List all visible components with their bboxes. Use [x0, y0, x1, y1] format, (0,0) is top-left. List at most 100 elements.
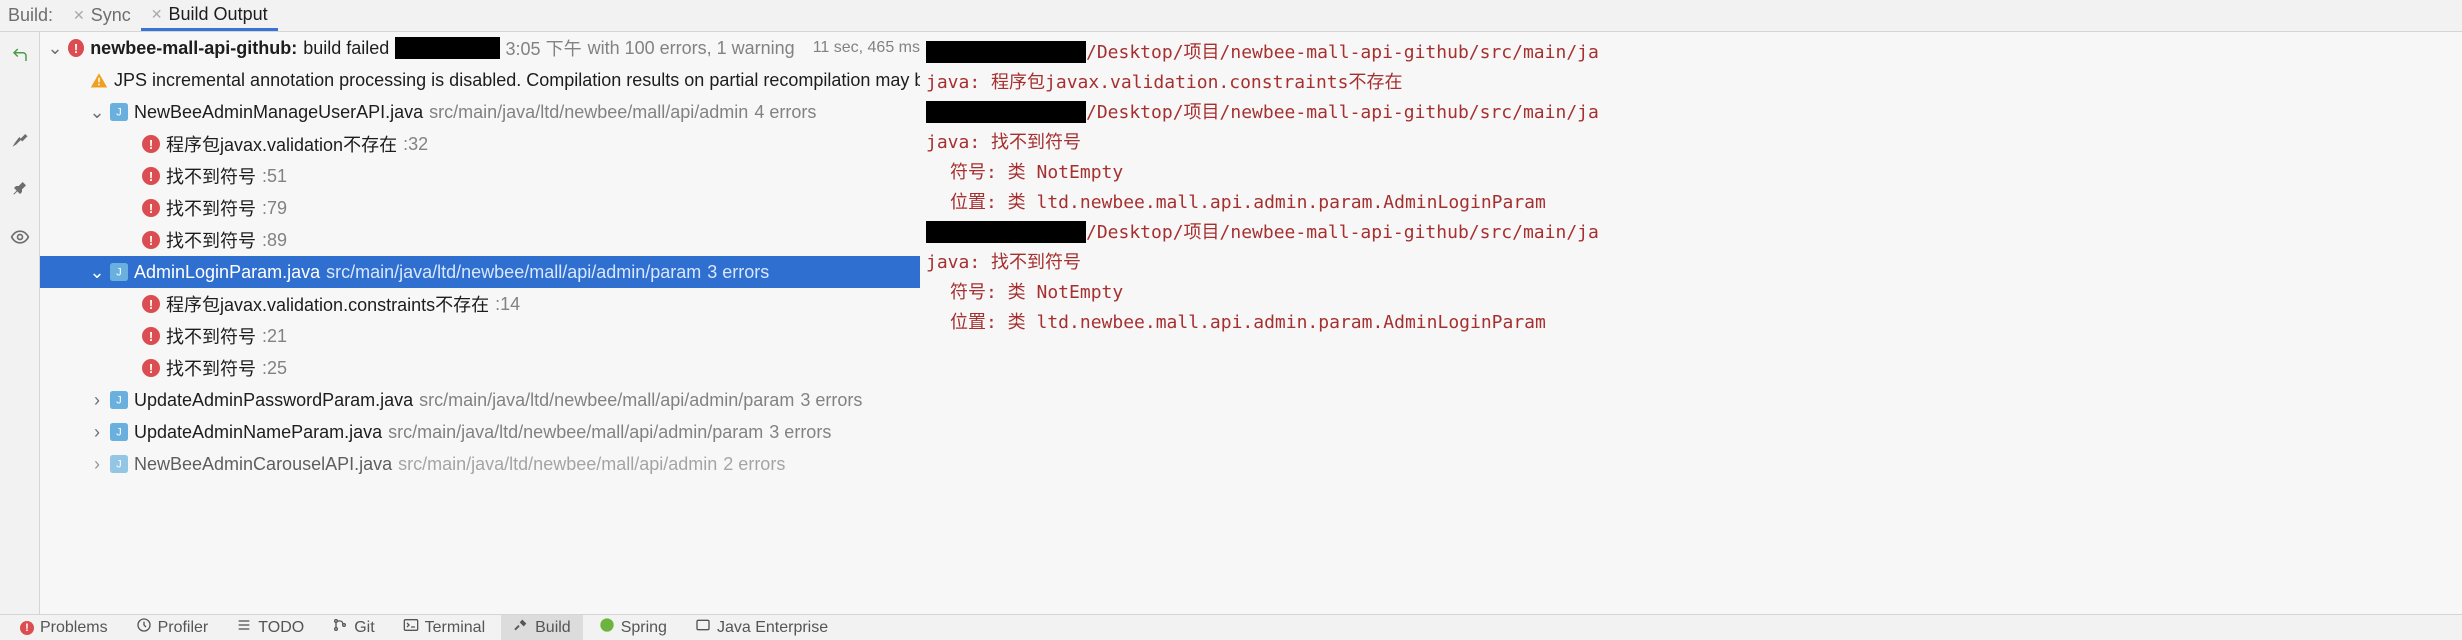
console-line: /Desktop/项目/newbee-mall-api-github/src/m…	[926, 98, 2458, 128]
status-label: Problems	[40, 619, 108, 637]
error-line: :21	[262, 326, 287, 347]
left-gutter	[0, 32, 40, 614]
status-javaee[interactable]: Java Enterprise	[683, 615, 840, 640]
error-icon: !	[142, 327, 160, 345]
status-todo[interactable]: TODO	[224, 615, 316, 640]
status-label: Spring	[621, 619, 667, 637]
build-console[interactable]: /Desktop/项目/newbee-mall-api-github/src/m…	[920, 32, 2462, 614]
tree-error[interactable]: ! 找不到符号 :79	[40, 192, 920, 224]
error-line: :32	[403, 134, 428, 155]
error-icon: !	[68, 39, 84, 57]
status-label: Java Enterprise	[717, 619, 828, 637]
file-name: NewBeeAdminManageUserAPI.java	[134, 102, 423, 123]
console-line: java: 找不到符号	[926, 248, 2458, 278]
chevron-down-icon[interactable]: ⌄	[90, 262, 104, 283]
tab-sync[interactable]: ✕ Sync	[63, 0, 141, 31]
chevron-right-icon[interactable]: ›	[90, 454, 104, 475]
error-msg: 程序包javax.validation不存在	[166, 131, 397, 157]
status-git[interactable]: Git	[320, 615, 386, 640]
rerun-icon[interactable]	[11, 46, 29, 69]
error-icon: !	[142, 231, 160, 249]
redacted	[926, 101, 1086, 123]
status-problems[interactable]: ! Problems	[8, 615, 120, 640]
project-name: newbee-mall-api-github:	[90, 38, 297, 59]
tree-file[interactable]: ⌄ J AdminLoginParam.java src/main/java/l…	[40, 256, 920, 288]
file-errcount: 3 errors	[800, 390, 862, 411]
tree-error[interactable]: ! 找不到符号 :89	[40, 224, 920, 256]
close-icon[interactable]: ✕	[73, 7, 85, 24]
tree-file[interactable]: ⌄ J NewBeeAdminManageUserAPI.java src/ma…	[40, 96, 920, 128]
console-line: java: 找不到符号	[926, 128, 2458, 158]
svg-text:J: J	[116, 459, 121, 471]
error-icon: !	[142, 359, 160, 377]
tree-error[interactable]: ! 程序包javax.validation不存在 :32	[40, 128, 920, 160]
tab-build-output[interactable]: ✕ Build Output	[141, 0, 278, 31]
file-errcount: 4 errors	[754, 102, 816, 123]
tab-label: Build Output	[169, 4, 268, 25]
java-file-icon: J	[110, 103, 128, 121]
status-label: TODO	[258, 619, 304, 637]
svg-text:J: J	[116, 267, 121, 279]
tree-root[interactable]: ⌄ ! newbee-mall-api-github: build failed…	[40, 32, 920, 64]
file-path: src/main/java/ltd/newbee/mall/api/admin	[398, 454, 717, 475]
build-topbar: Build: ✕ Sync ✕ Build Output	[0, 0, 2462, 32]
tree-file[interactable]: › J UpdateAdminNameParam.java src/main/j…	[40, 416, 920, 448]
error-msg: 找不到符号	[166, 227, 256, 253]
svg-text:J: J	[116, 427, 121, 439]
tree-error[interactable]: ! 找不到符号 :25	[40, 352, 920, 384]
error-line: :25	[262, 358, 287, 379]
file-name: UpdateAdminNameParam.java	[134, 422, 382, 443]
file-path: src/main/java/ltd/newbee/mall/api/admin/…	[419, 390, 794, 411]
eye-icon[interactable]	[10, 227, 30, 252]
java-file-icon: J	[110, 455, 128, 473]
svg-text:J: J	[116, 395, 121, 407]
error-msg: 找不到符号	[166, 355, 256, 381]
status-spring[interactable]: Spring	[587, 615, 679, 640]
tree-warning[interactable]: JPS incremental annotation processing is…	[40, 64, 920, 96]
chevron-down-icon[interactable]: ⌄	[48, 38, 62, 59]
chevron-right-icon[interactable]: ›	[90, 390, 104, 411]
file-path: src/main/java/ltd/newbee/mall/api/admin/…	[326, 262, 701, 283]
error-msg: 找不到符号	[166, 323, 256, 349]
redacted	[926, 221, 1086, 243]
tree-error[interactable]: ! 找不到符号 :51	[40, 160, 920, 192]
build-status: build failed	[303, 38, 389, 59]
status-build[interactable]: Build	[501, 615, 583, 640]
profiler-icon	[136, 617, 152, 638]
error-line: :79	[262, 198, 287, 219]
error-line: :89	[262, 230, 287, 251]
error-icon: !	[142, 135, 160, 153]
file-path: src/main/java/ltd/newbee/mall/api/admin	[429, 102, 748, 123]
console-line: /Desktop/项目/newbee-mall-api-github/src/m…	[926, 38, 2458, 68]
error-icon: !	[142, 295, 160, 313]
chevron-right-icon[interactable]: ›	[90, 422, 104, 443]
wrench-icon[interactable]	[11, 131, 29, 154]
redacted	[395, 37, 499, 59]
chevron-down-icon[interactable]: ⌄	[90, 102, 104, 123]
problem-icon: !	[20, 621, 34, 635]
file-errcount: 3 errors	[769, 422, 831, 443]
error-msg: 找不到符号	[166, 195, 256, 221]
pin-icon[interactable]	[12, 180, 28, 201]
status-profiler[interactable]: Profiler	[124, 615, 221, 640]
console-line: /Desktop/项目/newbee-mall-api-github/src/m…	[926, 218, 2458, 248]
tree-file[interactable]: › J NewBeeAdminCarouselAPI.java src/main…	[40, 448, 920, 480]
warning-icon	[90, 72, 108, 88]
build-with: with 100 errors, 1 warning	[588, 38, 795, 59]
java-file-icon: J	[110, 263, 128, 281]
tree-error[interactable]: ! 找不到符号 :21	[40, 320, 920, 352]
status-label: Profiler	[158, 619, 209, 637]
console-line: 符号: 类 NotEmpty	[926, 158, 2458, 188]
status-terminal[interactable]: Terminal	[391, 615, 497, 640]
status-label: Terminal	[425, 619, 485, 637]
file-name: NewBeeAdminCarouselAPI.java	[134, 454, 392, 475]
close-icon[interactable]: ✕	[151, 6, 163, 23]
java-file-icon: J	[110, 423, 128, 441]
git-icon	[332, 617, 348, 638]
error-icon: !	[142, 167, 160, 185]
tree-error[interactable]: ! 程序包javax.validation.constraints不存在 :14	[40, 288, 920, 320]
main-area: ⌄ ! newbee-mall-api-github: build failed…	[0, 32, 2462, 614]
spring-icon	[599, 617, 615, 638]
tree-file[interactable]: › J UpdateAdminPasswordParam.java src/ma…	[40, 384, 920, 416]
redacted	[926, 41, 1086, 63]
